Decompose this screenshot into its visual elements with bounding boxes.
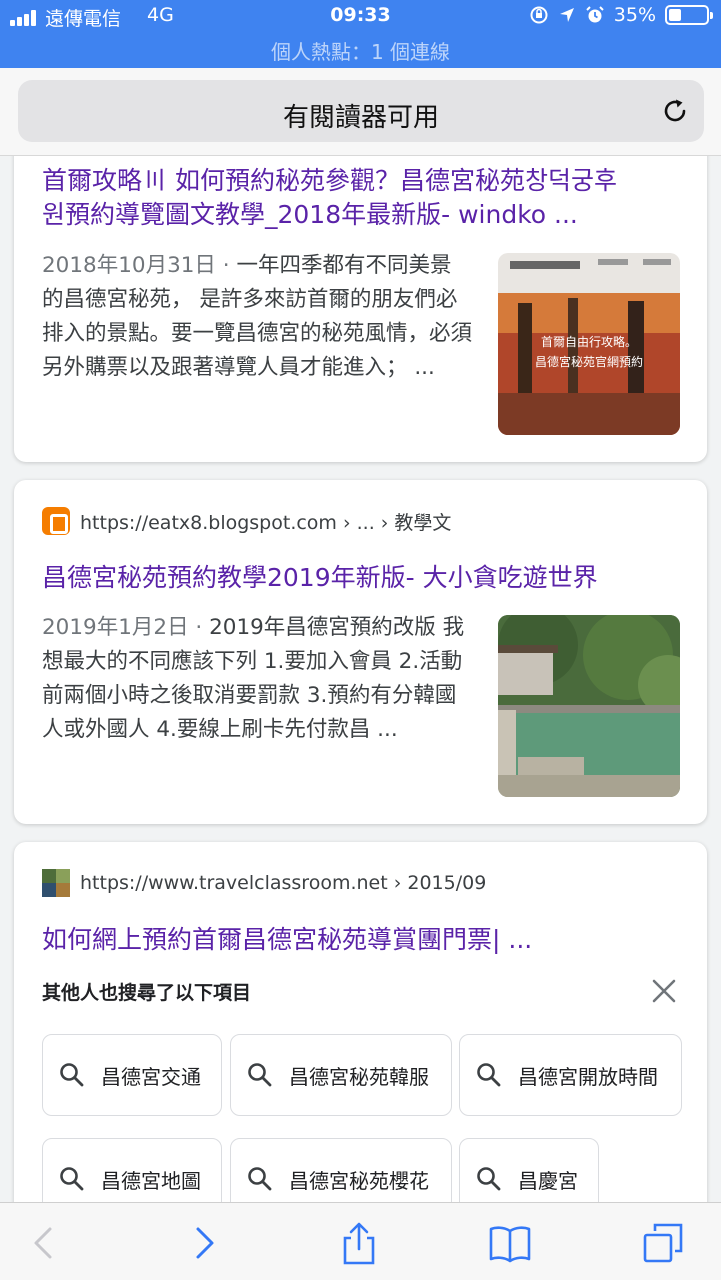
orientation-lock-icon [530, 6, 548, 24]
blogger-icon [42, 507, 70, 535]
bookmarks-icon[interactable] [488, 1221, 532, 1265]
related-search-chip[interactable]: 昌德宮秘苑韓服 [230, 1034, 452, 1116]
search-icon [248, 1063, 272, 1087]
svg-text:首爾自由行攻略。: 首爾自由行攻略。 [541, 334, 637, 349]
result-card: https://www.travelclassroom.net › 2015/0… [14, 842, 707, 1202]
search-results[interactable]: 首爾攻略〣 如何預約秘苑參觀？昌德宮秘苑창덕궁후 원預約導覽圖文教學_2018年… [0, 156, 721, 1202]
close-icon[interactable] [651, 978, 677, 1004]
result-date: 2019年1月2日 [42, 615, 189, 640]
share-icon[interactable] [337, 1221, 381, 1265]
status-bar: 遠傳電信 4G 09:33 35% 個人熱點：1 個連線 [0, 0, 721, 68]
browser-header: 有閱讀器可用 [0, 68, 721, 156]
search-icon [477, 1063, 501, 1087]
address-bar[interactable]: 有閱讀器可用 [18, 80, 704, 142]
related-search-chip[interactable]: 昌德宮開放時間 [459, 1034, 682, 1116]
result-card: 首爾攻略〣 如何預約秘苑參觀？昌德宮秘苑창덕궁후 원預約導覽圖文教學_2018年… [14, 156, 707, 462]
reader-available-label[interactable]: 有閱讀器可用 [18, 97, 704, 134]
autumn-forest-image: 首爾自由行攻略。 昌德宮秘苑官網預約 [498, 253, 680, 435]
related-search-chip[interactable]: 昌德宮交通 [42, 1034, 222, 1116]
people-also-search-heading: 其他人也搜尋了以下項目 [42, 982, 252, 1004]
result-thumbnail[interactable] [498, 615, 680, 797]
result-date: 2018年10月31日 [42, 253, 216, 278]
alarm-icon [586, 6, 604, 23]
result-title-link[interactable]: 如何網上預約首爾昌德宮秘苑導賞團門票| ... [42, 923, 682, 957]
location-arrow-icon [559, 8, 574, 22]
result-card: https://eatx8.blogspot.com › ... › 教學文 昌… [14, 480, 707, 824]
result-thumbnail[interactable]: 首爾自由行攻略。 昌德宮秘苑官網預約 [498, 253, 680, 435]
search-icon [477, 1167, 501, 1191]
tabs-icon[interactable] [641, 1221, 685, 1265]
search-icon [60, 1063, 84, 1087]
result-snippet: 2018年10月31日 · 一年四季都有不同美景的昌德宮秘苑， 是許多來訪首爾的… [42, 253, 473, 380]
result-snippet: 2019年1月2日 · 2019年昌德宮預約改版 我想最大的不同應該下列 1.要… [42, 615, 465, 742]
battery-icon [665, 5, 713, 25]
back-icon[interactable] [22, 1221, 66, 1265]
result-url: https://www.travelclassroom.net › 2015/0… [80, 872, 487, 894]
related-search-chip[interactable]: 昌慶宮 [459, 1138, 599, 1202]
search-icon [248, 1167, 272, 1191]
reload-icon[interactable] [660, 96, 690, 126]
related-search-chip[interactable]: 昌德宮秘苑櫻花 [230, 1138, 452, 1202]
result-title-link[interactable]: 昌德宮秘苑預約教學2019年新版- 大小貪吃遊世界 [42, 561, 682, 595]
result-source[interactable]: https://eatx8.blogspot.com › ... › 教學文 [42, 505, 451, 537]
svg-text:昌德宮秘苑官網預約: 昌德宮秘苑官網預約 [535, 354, 643, 369]
battery-percent: 35% [613, 4, 656, 26]
browser-toolbar [0, 1202, 721, 1280]
forward-icon[interactable] [182, 1221, 226, 1265]
related-search-chip[interactable]: 昌德宮地圖 [42, 1138, 222, 1202]
result-url: https://eatx8.blogspot.com › ... › 教學文 [80, 511, 452, 534]
travelclassroom-icon [42, 869, 70, 897]
result-source[interactable]: https://www.travelclassroom.net › 2015/0… [42, 867, 486, 899]
search-icon [60, 1167, 84, 1191]
result-title-link[interactable]: 首爾攻略〣 如何預約秘苑參觀？昌德宮秘苑창덕궁후 원預約導覽圖文教學_2018年… [42, 164, 682, 232]
palace-pond-image [498, 615, 680, 797]
hotspot-indicator[interactable]: 個人熱點：1 個連線 [0, 36, 721, 65]
